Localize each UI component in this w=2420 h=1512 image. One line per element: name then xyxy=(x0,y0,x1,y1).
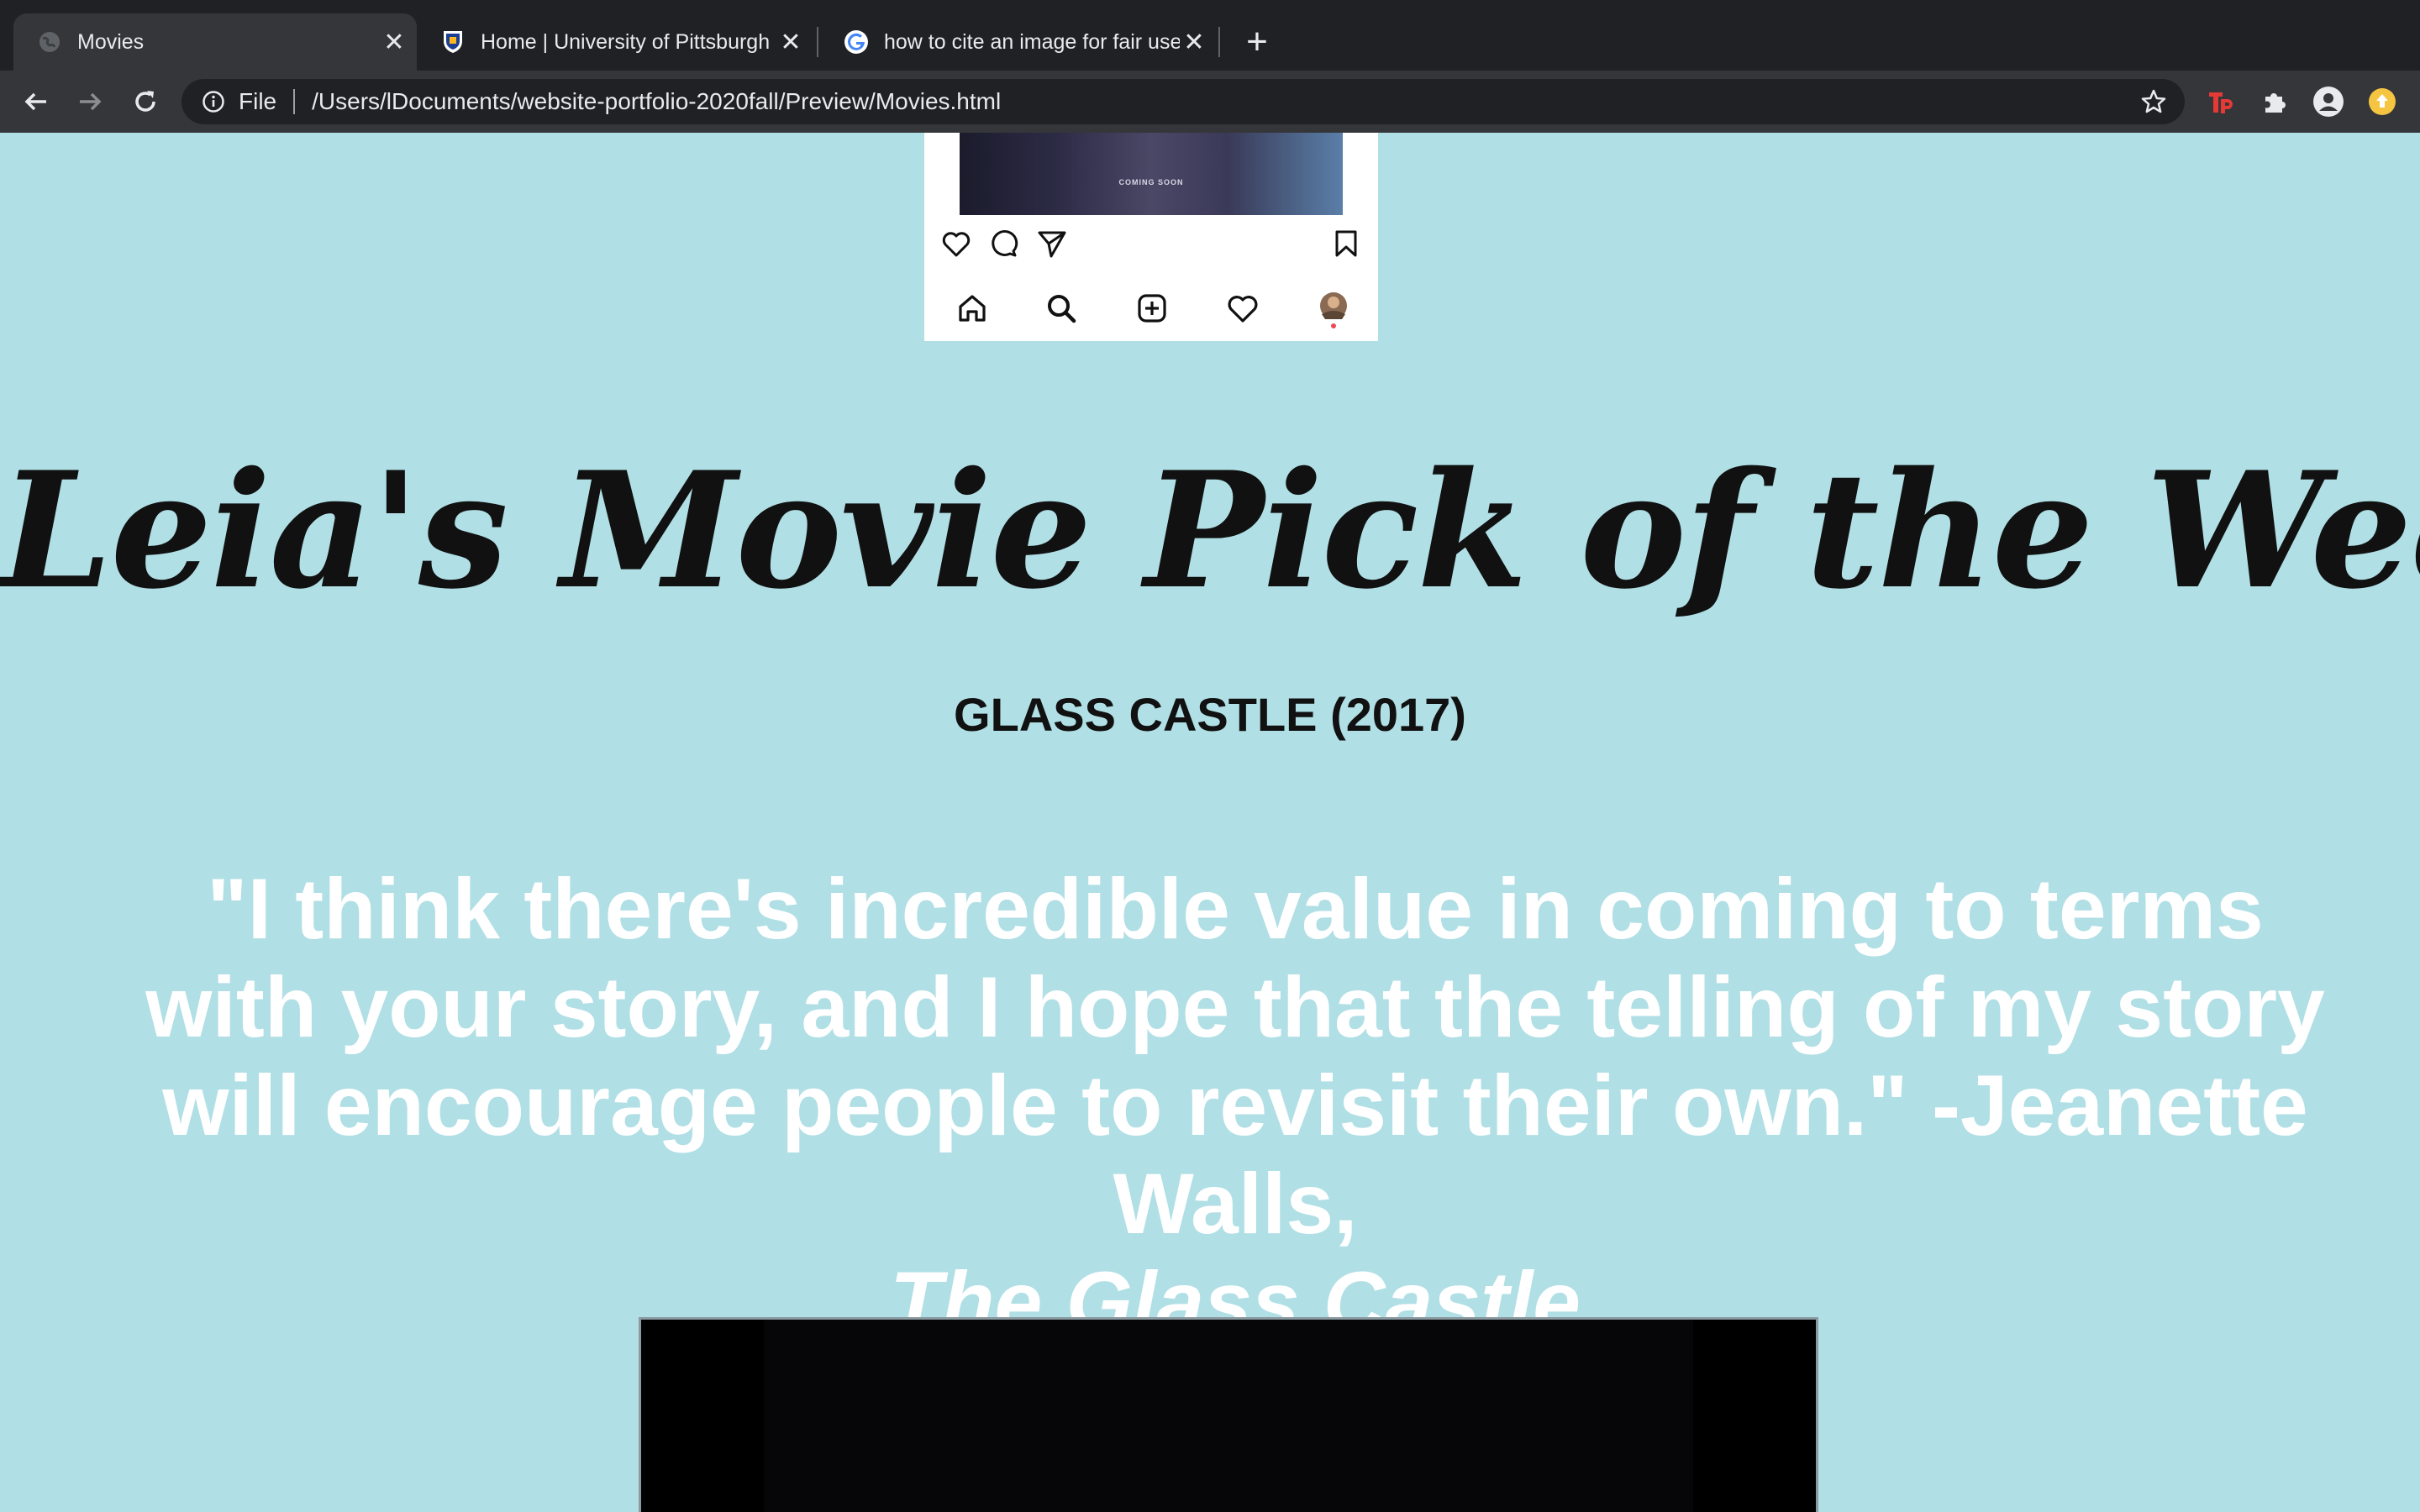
new-tab-button[interactable]: + xyxy=(1239,21,1276,62)
address-divider xyxy=(293,89,296,114)
google-g-icon xyxy=(844,29,869,55)
new-post-icon[interactable] xyxy=(1133,289,1171,328)
tab-movies[interactable]: Movies ✕ xyxy=(13,13,417,71)
tab-pitt[interactable]: Home | University of Pittsburgh ✕ xyxy=(417,13,813,71)
page-title: Leia's Movie Pick of the Week xyxy=(0,437,2420,624)
movie-poster-image: COMING SOON xyxy=(960,133,1343,215)
url-text[interactable]: /Users/lDocuments/website-portfolio-2020… xyxy=(312,88,1001,115)
tab-strip: Movies ✕ Home | University of Pittsburgh… xyxy=(0,0,2420,71)
search-icon[interactable] xyxy=(1042,289,1081,328)
reload-icon xyxy=(135,91,155,112)
tab-google[interactable]: how to cite an image for fair use ✕ xyxy=(820,13,1217,71)
quote-text: "I think there's incredible value in com… xyxy=(145,861,2325,1252)
forward-button[interactable] xyxy=(71,82,109,121)
globe-icon xyxy=(37,29,62,55)
address-bar[interactable]: File /Users/lDocuments/website-portfolio… xyxy=(182,79,2185,124)
video-frame xyxy=(764,1320,1693,1512)
bookmark-star-icon[interactable] xyxy=(2139,87,2168,116)
profile-avatar-icon[interactable] xyxy=(1314,289,1353,331)
info-icon[interactable] xyxy=(200,88,227,115)
tab-separator xyxy=(817,27,818,57)
close-tab-icon[interactable]: ✕ xyxy=(776,28,805,56)
movie-quote: "I think there's incredible value in com… xyxy=(126,860,2344,1352)
close-tab-icon[interactable]: ✕ xyxy=(1180,28,1208,56)
back-arrow-icon xyxy=(24,92,46,111)
video-player[interactable] xyxy=(639,1317,1818,1512)
tp-extension-icon[interactable] xyxy=(2202,82,2240,121)
close-tab-icon[interactable]: ✕ xyxy=(380,28,408,56)
pitt-shield-icon xyxy=(440,29,466,55)
home-icon[interactable] xyxy=(953,289,992,328)
page-content: COMING SOON Leia's Movie Pick of the Wee… xyxy=(0,133,2420,1512)
reload-button[interactable] xyxy=(126,82,165,121)
forward-arrow-icon xyxy=(80,92,102,111)
profile-icon[interactable] xyxy=(2309,82,2348,121)
update-indicator-icon[interactable] xyxy=(2363,82,2402,121)
activity-heart-icon[interactable] xyxy=(1223,289,1262,328)
tab-title: Home | University of Pittsburgh xyxy=(481,29,771,54)
back-button[interactable] xyxy=(17,82,55,121)
comment-icon[interactable] xyxy=(986,227,1020,260)
puzzle-extensions-icon[interactable] xyxy=(2255,82,2294,121)
scheme-label: File xyxy=(239,88,277,114)
tab-title: how to cite an image for fair use xyxy=(884,29,1180,54)
share-icon[interactable] xyxy=(1035,227,1069,260)
heart-icon[interactable] xyxy=(939,227,973,260)
browser-toolbar: File /Users/lDocuments/website-portfolio… xyxy=(0,71,2420,133)
tab-title: Movies xyxy=(77,29,145,54)
poster-caption: COMING SOON xyxy=(1118,178,1184,186)
movie-title: GLASS CASTLE (2017) xyxy=(954,688,1466,741)
tab-separator xyxy=(1218,27,1220,57)
bookmark-icon[interactable] xyxy=(1329,227,1363,260)
instagram-post-embed: COMING SOON xyxy=(924,133,1378,341)
